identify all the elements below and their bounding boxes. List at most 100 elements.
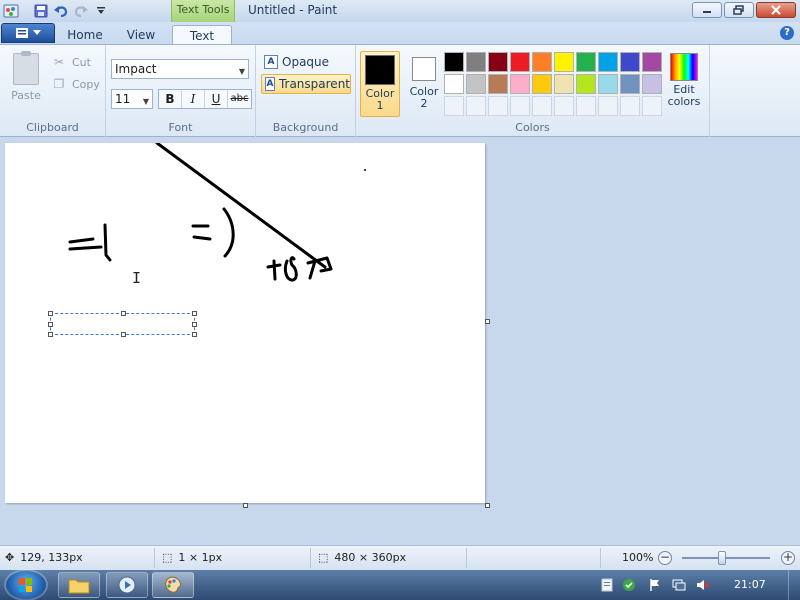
bold-button[interactable]: B: [159, 90, 182, 108]
edit-colors-button[interactable]: Edit colors: [662, 51, 706, 115]
network-icon[interactable]: [672, 578, 686, 592]
transparent-button[interactable]: A Transparent: [261, 74, 351, 94]
palette-swatch[interactable]: [466, 52, 486, 72]
paste-button[interactable]: Paste: [6, 51, 46, 107]
security-shield-icon[interactable]: [622, 578, 636, 592]
customize-qat-icon[interactable]: [92, 2, 110, 20]
resize-handle[interactable]: [48, 311, 53, 316]
save-icon[interactable]: [32, 2, 50, 20]
palette-swatch[interactable]: [642, 74, 662, 94]
resize-handle[interactable]: [48, 332, 53, 337]
italic-button[interactable]: I: [182, 90, 205, 108]
tab-view[interactable]: View: [118, 25, 164, 45]
palette-swatch[interactable]: [488, 74, 508, 94]
palette-swatch[interactable]: [576, 74, 596, 94]
strikethrough-button[interactable]: abc: [228, 90, 251, 108]
custom-color-slot[interactable]: [444, 96, 464, 116]
status-divider: [466, 548, 467, 568]
action-center-icon[interactable]: [600, 578, 614, 592]
palette-swatch[interactable]: [598, 74, 618, 94]
font-family-select[interactable]: Impact ▼: [111, 59, 249, 79]
palette-swatch[interactable]: [510, 52, 530, 72]
custom-color-slot[interactable]: [642, 96, 662, 116]
status-divider: [310, 548, 311, 568]
custom-color-slot[interactable]: [598, 96, 618, 116]
color-palette: [444, 52, 663, 117]
resize-handle[interactable]: [48, 322, 53, 327]
custom-color-slot[interactable]: [510, 96, 530, 116]
palette-swatch[interactable]: [488, 52, 508, 72]
zoom-in-button[interactable]: +: [781, 551, 795, 565]
custom-color-slot[interactable]: [554, 96, 574, 116]
palette-swatch[interactable]: [576, 52, 596, 72]
background-group: A Opaque A Transparent Background: [256, 45, 356, 137]
palette-swatch[interactable]: [532, 52, 552, 72]
selection-icon: ⬚: [162, 551, 173, 564]
resize-handle[interactable]: [192, 311, 197, 316]
color2-button[interactable]: Color 2: [404, 51, 444, 117]
taskbar-explorer[interactable]: [58, 572, 100, 598]
glyph-stroke-2: [191, 207, 235, 258]
color1-button[interactable]: Color 1: [360, 51, 400, 117]
underline-button[interactable]: U: [205, 90, 228, 108]
palette-swatch[interactable]: [620, 74, 640, 94]
opaque-button[interactable]: A Opaque: [261, 52, 351, 72]
resize-handle[interactable]: [121, 311, 126, 316]
tab-home[interactable]: Home: [62, 25, 108, 45]
copy-button[interactable]: ❐ Copy: [52, 75, 100, 93]
minimize-button[interactable]: [692, 2, 722, 18]
palette-swatch[interactable]: [620, 52, 640, 72]
palette-swatch[interactable]: [510, 74, 530, 94]
show-desktop-button[interactable]: [788, 570, 800, 600]
cut-button[interactable]: ✂ Cut: [52, 53, 91, 71]
palette-swatch[interactable]: [554, 52, 574, 72]
canvas-resize-handle-corner[interactable]: [485, 503, 490, 508]
restore-button[interactable]: [724, 2, 754, 18]
volume-muted-icon[interactable]: [696, 578, 710, 592]
font-group-label: Font: [168, 121, 193, 134]
taskbar-media-player[interactable]: [106, 572, 148, 598]
font-family-value: Impact: [115, 62, 157, 76]
palette-swatch[interactable]: [466, 74, 486, 94]
resize-handle[interactable]: [192, 332, 197, 337]
palette-swatch[interactable]: [554, 74, 574, 94]
resize-handle[interactable]: [192, 322, 197, 327]
undo-icon[interactable]: [52, 2, 70, 20]
drawing-canvas[interactable]: I: [5, 143, 485, 503]
close-button[interactable]: [756, 2, 796, 18]
paint-menu-button[interactable]: [1, 23, 55, 43]
custom-color-slot[interactable]: [576, 96, 596, 116]
palette-swatch[interactable]: [444, 52, 464, 72]
palette-swatch[interactable]: [598, 52, 618, 72]
palette-swatch[interactable]: [642, 52, 662, 72]
paint-app-icon[interactable]: [2, 2, 20, 20]
color-spectrum-icon: [670, 53, 698, 81]
font-size-select[interactable]: 11 ▼: [111, 89, 153, 109]
chevron-down-icon: ▼: [238, 67, 245, 76]
image-size-icon: ⬚: [318, 551, 329, 564]
taskbar-paint[interactable]: [152, 572, 194, 598]
window-controls: [692, 2, 796, 18]
custom-color-slot[interactable]: [488, 96, 508, 116]
text-input-box[interactable]: [48, 311, 197, 337]
move-cursor-icon: ✥: [5, 551, 15, 564]
custom-color-slot[interactable]: [466, 96, 486, 116]
custom-color-slot[interactable]: [532, 96, 552, 116]
zoom-out-button[interactable]: −: [658, 551, 672, 565]
redo-icon[interactable]: [72, 2, 90, 20]
glyph-stroke-4: [283, 256, 298, 282]
canvas-resize-handle-right[interactable]: [485, 319, 490, 324]
help-icon[interactable]: ?: [780, 26, 794, 40]
palette-swatch[interactable]: [444, 74, 464, 94]
resize-handle[interactable]: [121, 332, 126, 337]
clock[interactable]: 21:07: [734, 578, 766, 591]
palette-swatch[interactable]: [532, 74, 552, 94]
canvas-resize-handle-bottom[interactable]: [243, 503, 248, 508]
start-button[interactable]: [6, 571, 46, 599]
tab-text[interactable]: Text: [172, 25, 232, 45]
zoom-slider[interactable]: [682, 551, 770, 565]
zoom-slider-thumb[interactable]: [718, 551, 726, 565]
chevron-down-icon: ▼: [142, 97, 149, 106]
flag-icon[interactable]: [648, 578, 662, 592]
custom-color-slot[interactable]: [620, 96, 640, 116]
